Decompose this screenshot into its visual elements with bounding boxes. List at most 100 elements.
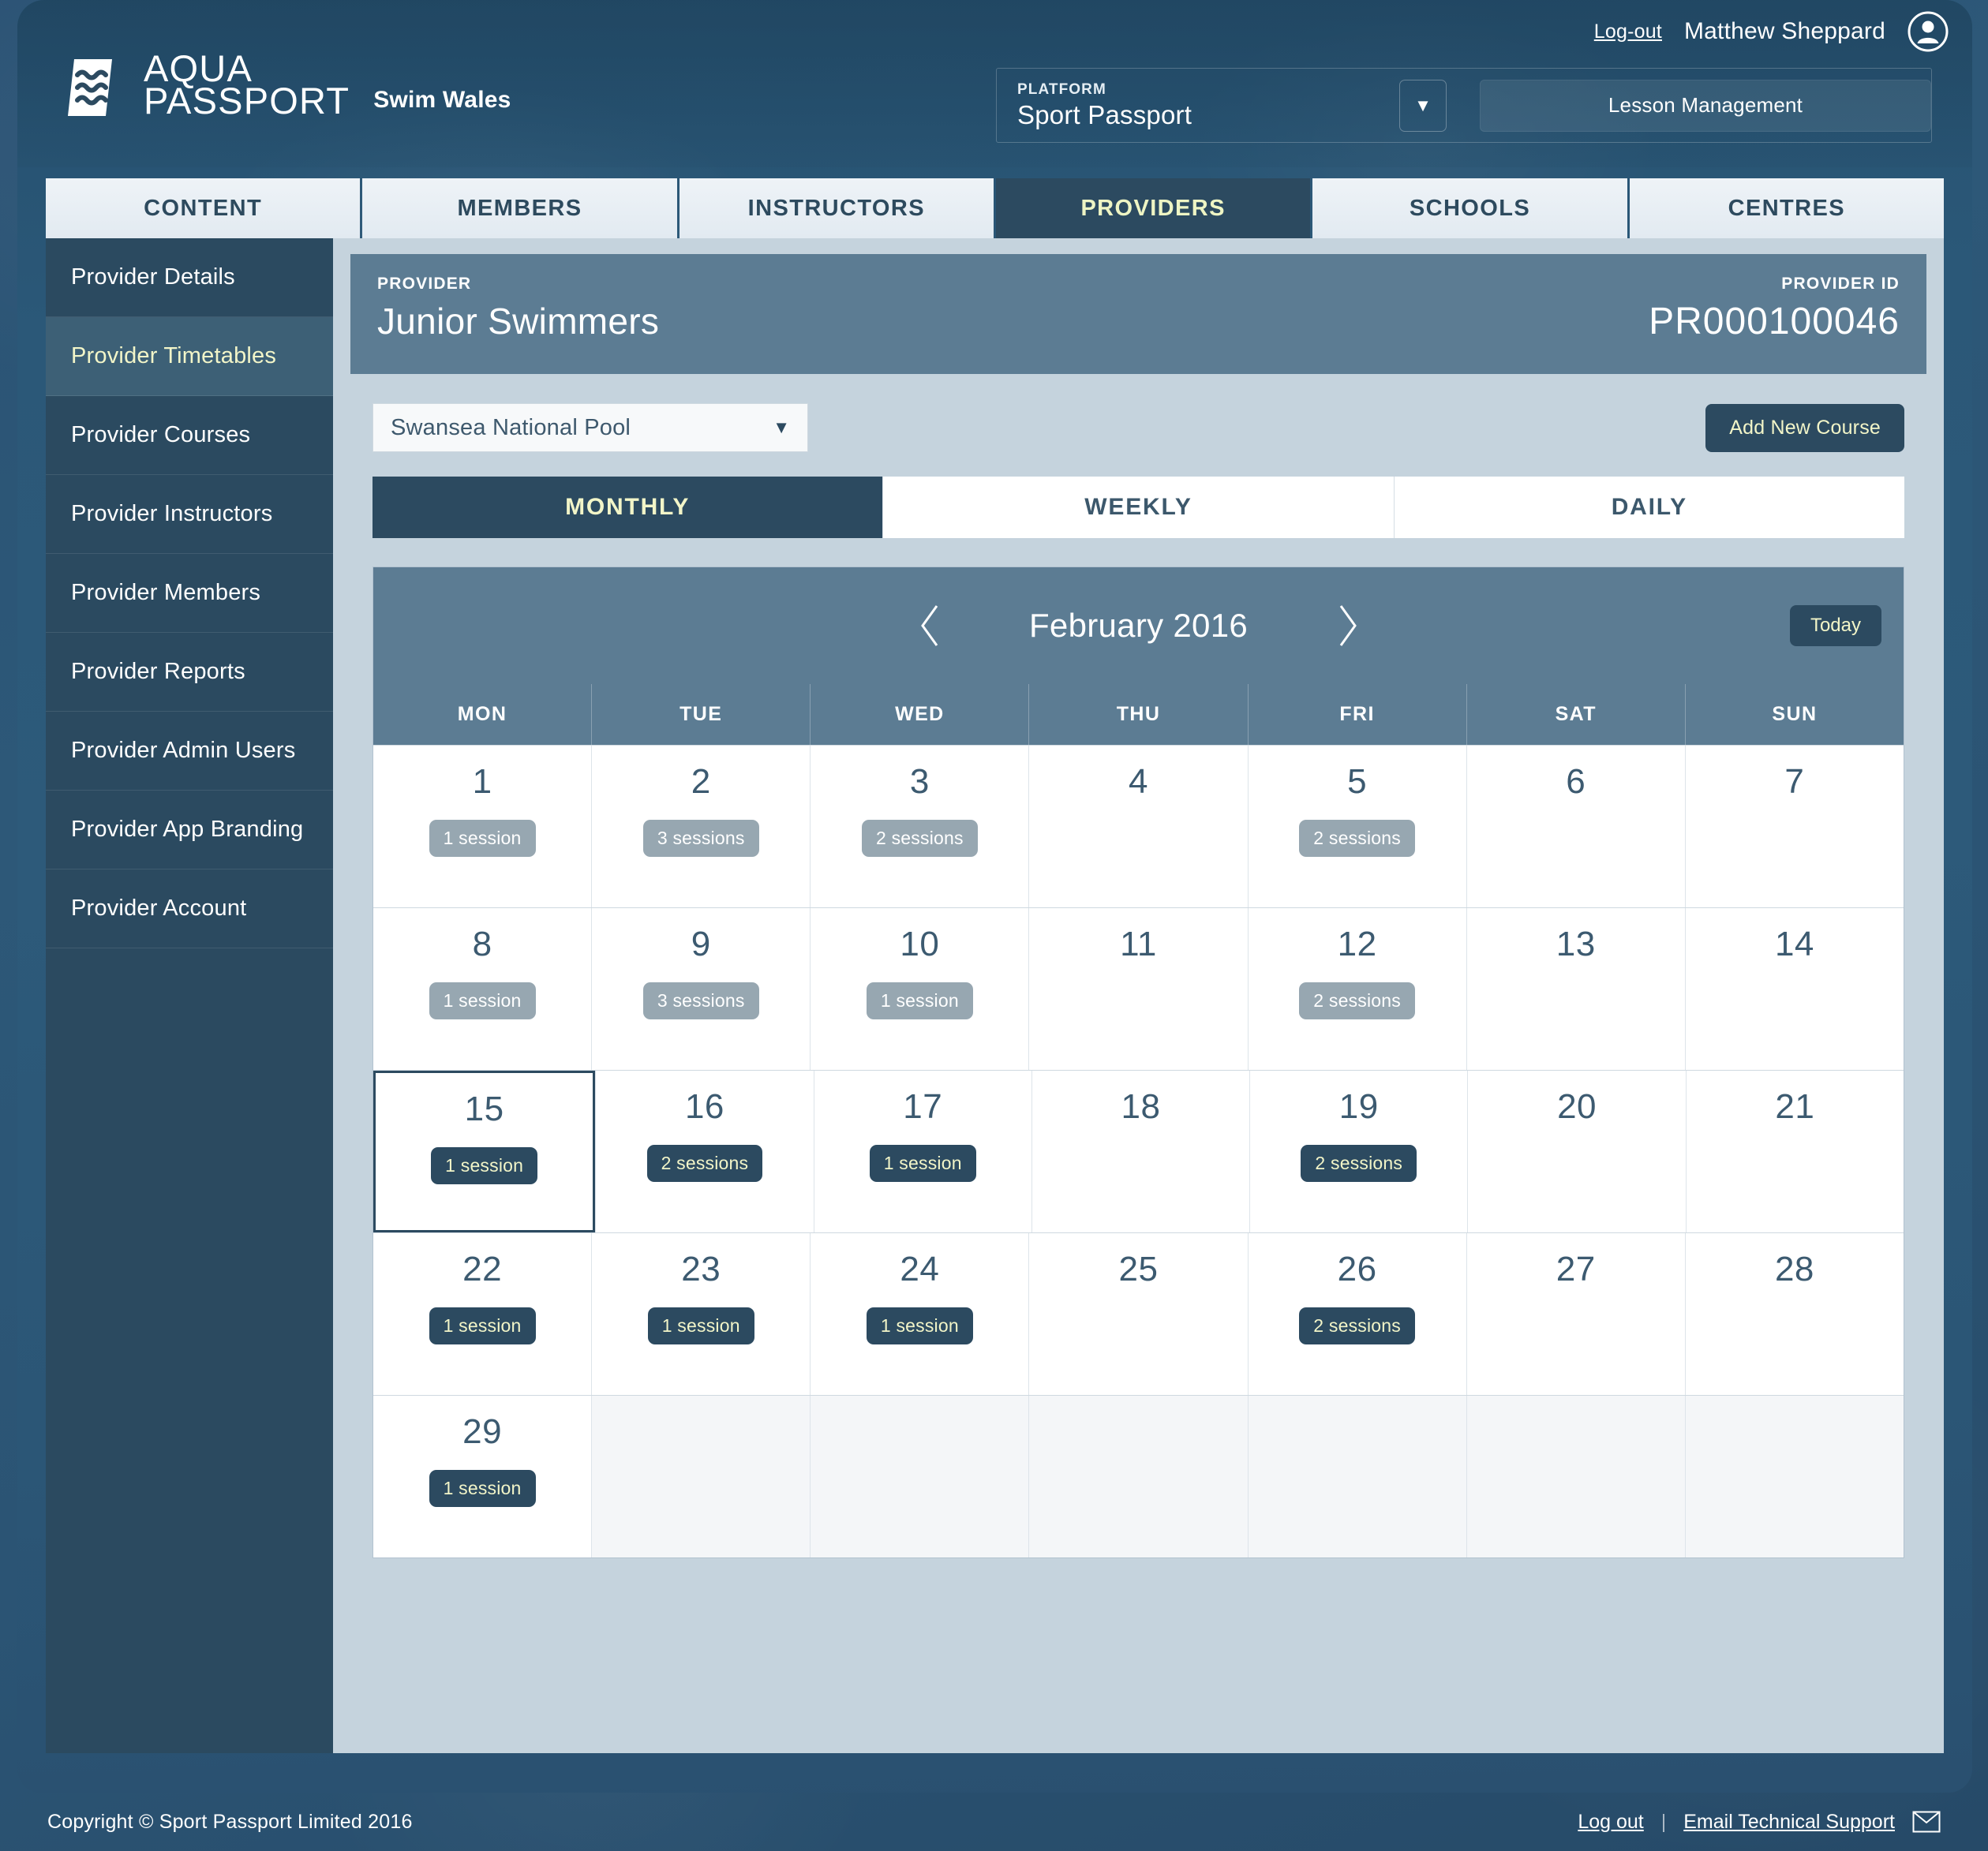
calendar-day-cell[interactable]: 22 1 session (373, 1233, 592, 1395)
sidebar-item-provider-account[interactable]: Provider Account (46, 869, 333, 948)
calendar-day-cell[interactable]: 15 1 session (373, 1071, 596, 1232)
day-number: 2 (691, 762, 711, 801)
calendar-day-cell[interactable]: 10 1 session (810, 908, 1029, 1070)
header-logout-link[interactable]: Log-out (1594, 21, 1662, 43)
calendar-day-cell[interactable]: 8 1 session (373, 908, 592, 1070)
calendar-day-cell[interactable]: 1 1 session (373, 746, 592, 907)
tab-weekly[interactable]: WEEKLY (883, 477, 1395, 538)
session-count-badge[interactable]: 1 session (866, 982, 973, 1019)
envelope-icon[interactable] (1912, 1811, 1941, 1833)
day-number: 24 (900, 1250, 940, 1288)
session-count-badge[interactable]: 2 sessions (1299, 1307, 1415, 1344)
calendar-day-cell[interactable]: 20 (1467, 1071, 1686, 1232)
copyright-label: Copyright © Sport Passport Limited 2016 (47, 1810, 413, 1833)
tab-members[interactable]: MEMBERS (362, 178, 677, 238)
sidebar-item-provider-admin-users[interactable]: Provider Admin Users (46, 712, 333, 791)
session-count-badge[interactable]: 1 session (869, 1145, 976, 1182)
calendar-day-cell[interactable]: 17 1 session (813, 1071, 1031, 1232)
day-header-fri: FRI (1247, 684, 1466, 745)
calendar-day-cell[interactable]: 21 (1685, 1071, 1904, 1232)
session-count-badge[interactable]: 2 sessions (1299, 820, 1415, 857)
brand-logo[interactable]: AQUA PASSPORT Swim Wales (66, 50, 511, 120)
add-new-course-button[interactable]: Add New Course (1705, 403, 1904, 452)
tab-instructors[interactable]: INSTRUCTORS (679, 178, 994, 238)
tab-providers[interactable]: PROVIDERS (995, 178, 1311, 238)
calendar-day-cell[interactable]: 13 (1466, 908, 1685, 1070)
session-count-badge[interactable]: 1 session (431, 1147, 538, 1184)
chevron-down-icon[interactable]: ▼ (1399, 79, 1447, 132)
calendar-empty-cell (1466, 1396, 1685, 1557)
footer-support-link[interactable]: Email Technical Support (1683, 1811, 1895, 1834)
calendar-day-cell[interactable]: 18 (1031, 1071, 1250, 1232)
calendar-day-cell[interactable]: 2 3 sessions (591, 746, 811, 907)
calendar-empty-cell (591, 1396, 811, 1557)
calendar-empty-cell (1684, 1396, 1904, 1557)
calendar-day-cell[interactable]: 11 (1028, 908, 1248, 1070)
day-number: 10 (900, 925, 940, 963)
calendar-week-row: 29 1 session (373, 1395, 1904, 1557)
pool-select-dropdown[interactable]: Swansea National Pool ▼ (373, 403, 808, 452)
provider-id-kicker-label: PROVIDER ID (1781, 275, 1900, 293)
sidebar-item-provider-timetables[interactable]: Provider Timetables (46, 317, 333, 396)
calendar-day-cell[interactable]: 29 1 session (373, 1396, 592, 1557)
lesson-management-button[interactable]: Lesson Management (1480, 79, 1931, 132)
chevron-right-icon[interactable] (1335, 603, 1361, 649)
sidebar-item-provider-instructors[interactable]: Provider Instructors (46, 475, 333, 554)
day-number: 9 (691, 925, 711, 963)
day-number: 5 (1347, 762, 1368, 801)
calendar-day-cell[interactable]: 16 2 sessions (595, 1071, 814, 1232)
calendar-day-cell[interactable]: 4 (1028, 746, 1248, 907)
calendar-day-cell[interactable]: 25 (1028, 1233, 1248, 1395)
calendar-day-cell[interactable]: 23 1 session (591, 1233, 811, 1395)
calendar-day-cell[interactable]: 12 2 sessions (1247, 908, 1466, 1070)
day-number: 3 (909, 762, 930, 801)
day-number: 23 (681, 1250, 721, 1288)
session-count-badge[interactable]: 1 session (429, 1470, 536, 1507)
calendar-day-cell[interactable]: 9 3 sessions (591, 908, 811, 1070)
footer-logout-link[interactable]: Log out (1578, 1811, 1643, 1834)
session-count-badge[interactable]: 1 session (866, 1307, 973, 1344)
calendar-day-cell[interactable]: 28 (1684, 1233, 1904, 1395)
sidebar-item-provider-app-branding[interactable]: Provider App Branding (46, 791, 333, 869)
calendar-empty-cell (1247, 1396, 1466, 1557)
session-count-badge[interactable]: 1 session (647, 1307, 754, 1344)
session-count-badge[interactable]: 2 sessions (862, 820, 978, 857)
tab-centres[interactable]: CENTRES (1629, 178, 1944, 238)
session-count-badge[interactable]: 1 session (429, 1307, 536, 1344)
session-count-badge[interactable]: 2 sessions (646, 1145, 763, 1182)
calendar-day-cell[interactable]: 26 2 sessions (1247, 1233, 1466, 1395)
day-number: 1 (472, 762, 492, 801)
day-header-sat: SAT (1466, 684, 1685, 745)
calendar-day-cell[interactable]: 24 1 session (810, 1233, 1029, 1395)
session-count-badge[interactable]: 1 session (429, 982, 536, 1019)
session-count-badge[interactable]: 2 sessions (1301, 1145, 1417, 1182)
sidebar-item-provider-details[interactable]: Provider Details (46, 238, 333, 317)
today-button[interactable]: Today (1789, 605, 1881, 646)
top-bar: Log-out Matthew Sheppard AQUA PASSPORT S… (17, 0, 1972, 167)
session-count-badge[interactable]: 3 sessions (642, 982, 759, 1019)
tab-daily[interactable]: DAILY (1394, 477, 1904, 538)
tab-schools[interactable]: SCHOOLS (1312, 178, 1627, 238)
tab-monthly[interactable]: MONTHLY (373, 477, 884, 538)
user-avatar-icon[interactable] (1908, 11, 1949, 52)
calendar-day-cell[interactable]: 7 (1684, 746, 1904, 907)
chevron-left-icon[interactable] (916, 603, 943, 649)
sidebar-item-provider-members[interactable]: Provider Members (46, 554, 333, 633)
calendar-day-cell[interactable]: 27 (1466, 1233, 1685, 1395)
session-count-badge[interactable]: 2 sessions (1299, 982, 1415, 1019)
sidebar-item-provider-reports[interactable]: Provider Reports (46, 633, 333, 712)
day-number: 15 (464, 1090, 504, 1128)
page-footer: Copyright © Sport Passport Limited 2016 … (0, 1793, 1988, 1851)
tab-content[interactable]: CONTENT (46, 178, 361, 238)
session-count-badge[interactable]: 3 sessions (642, 820, 759, 857)
session-count-badge[interactable]: 1 session (429, 820, 536, 857)
calendar-week-rows: 1 1 session 2 3 sessions 3 2 sessions 4 5 2 sess… (373, 745, 1904, 1557)
calendar-day-cell[interactable]: 14 (1684, 908, 1904, 1070)
day-number: 21 (1775, 1087, 1815, 1126)
calendar-day-cell[interactable]: 6 (1466, 746, 1685, 907)
calendar-day-cell[interactable]: 5 2 sessions (1247, 746, 1466, 907)
calendar-day-cell[interactable]: 3 2 sessions (810, 746, 1029, 907)
calendar-day-cell[interactable]: 19 2 sessions (1249, 1071, 1468, 1232)
platform-selector[interactable]: PLATFORM Sport Passport ▼ Lesson Managem… (996, 68, 1932, 143)
sidebar-item-provider-courses[interactable]: Provider Courses (46, 396, 333, 475)
